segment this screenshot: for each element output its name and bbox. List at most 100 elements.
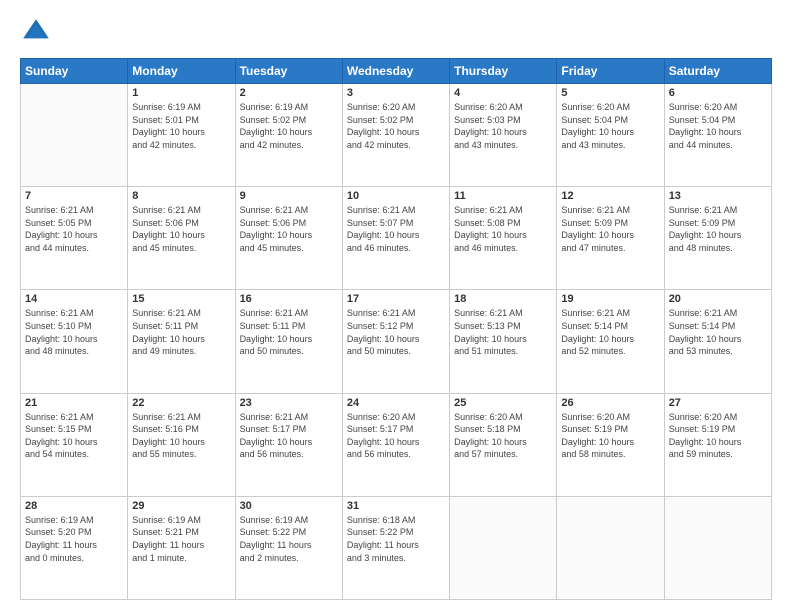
day-cell: 11 Sunrise: 6:21 AM Sunset: 5:08 PM Dayli… (450, 187, 557, 290)
day-number: 12 (561, 190, 659, 202)
day-number: 19 (561, 293, 659, 305)
day-info: Sunrise: 6:19 AM Sunset: 5:01 PM Dayligh… (132, 101, 230, 151)
day-number: 23 (240, 397, 338, 409)
day-info: Sunrise: 6:21 AM Sunset: 5:11 PM Dayligh… (240, 307, 338, 357)
day-cell (557, 496, 664, 599)
day-info: Sunrise: 6:21 AM Sunset: 5:07 PM Dayligh… (347, 204, 445, 254)
day-info: Sunrise: 6:19 AM Sunset: 5:20 PM Dayligh… (25, 514, 123, 564)
day-cell: 17 Sunrise: 6:21 AM Sunset: 5:12 PM Dayli… (342, 290, 449, 393)
day-cell: 9 Sunrise: 6:21 AM Sunset: 5:06 PM Daylig… (235, 187, 342, 290)
day-info: Sunrise: 6:21 AM Sunset: 5:13 PM Dayligh… (454, 307, 552, 357)
header-row: SundayMondayTuesdayWednesdayThursdayFrid… (21, 59, 772, 84)
day-cell: 31Sunrise: 6:18 AM Sunset: 5:22 PM Dayli… (342, 496, 449, 599)
day-number: 14 (25, 293, 123, 305)
day-number: 25 (454, 397, 552, 409)
day-info: Sunrise: 6:21 AM Sunset: 5:08 PM Dayligh… (454, 204, 552, 254)
day-info: Sunrise: 6:21 AM Sunset: 5:14 PM Dayligh… (561, 307, 659, 357)
day-number: 18 (454, 293, 552, 305)
day-info: Sunrise: 6:20 AM Sunset: 5:03 PM Dayligh… (454, 101, 552, 151)
day-info: Sunrise: 6:21 AM Sunset: 5:14 PM Dayligh… (669, 307, 767, 357)
day-number: 9 (240, 190, 338, 202)
logo (20, 16, 56, 48)
day-cell: 8 Sunrise: 6:21 AM Sunset: 5:06 PM Daylig… (128, 187, 235, 290)
day-info: Sunrise: 6:19 AM Sunset: 5:21 PM Dayligh… (132, 514, 230, 564)
day-info: Sunrise: 6:18 AM Sunset: 5:22 PM Dayligh… (347, 514, 445, 564)
day-info: Sunrise: 6:21 AM Sunset: 5:11 PM Dayligh… (132, 307, 230, 357)
day-cell: 2Sunrise: 6:19 AM Sunset: 5:02 PM Daylig… (235, 84, 342, 187)
day-number: 27 (669, 397, 767, 409)
day-number: 10 (347, 190, 445, 202)
day-cell: 24 Sunrise: 6:20 AM Sunset: 5:17 PM Dayli… (342, 393, 449, 496)
day-cell: 13 Sunrise: 6:21 AM Sunset: 5:09 PM Dayli… (664, 187, 771, 290)
week-row-5: 28 Sunrise: 6:19 AM Sunset: 5:20 PM Dayli… (21, 496, 772, 599)
day-info: Sunrise: 6:21 AM Sunset: 5:12 PM Dayligh… (347, 307, 445, 357)
day-cell: 25 Sunrise: 6:20 AM Sunset: 5:18 PM Dayli… (450, 393, 557, 496)
day-cell: 15 Sunrise: 6:21 AM Sunset: 5:11 PM Dayli… (128, 290, 235, 393)
day-cell: 3Sunrise: 6:20 AM Sunset: 5:02 PM Daylig… (342, 84, 449, 187)
day-info: Sunrise: 6:21 AM Sunset: 5:15 PM Dayligh… (25, 411, 123, 461)
day-cell: 5Sunrise: 6:20 AM Sunset: 5:04 PM Daylig… (557, 84, 664, 187)
day-info: Sunrise: 6:19 AM Sunset: 5:02 PM Dayligh… (240, 101, 338, 151)
column-header-tuesday: Tuesday (235, 59, 342, 84)
day-cell: 26 Sunrise: 6:20 AM Sunset: 5:19 PM Dayli… (557, 393, 664, 496)
day-cell: 7 Sunrise: 6:21 AM Sunset: 5:05 PM Daylig… (21, 187, 128, 290)
day-info: Sunrise: 6:20 AM Sunset: 5:02 PM Dayligh… (347, 101, 445, 151)
day-cell: 12 Sunrise: 6:21 AM Sunset: 5:09 PM Dayli… (557, 187, 664, 290)
column-header-wednesday: Wednesday (342, 59, 449, 84)
day-info: Sunrise: 6:20 AM Sunset: 5:19 PM Dayligh… (561, 411, 659, 461)
day-cell: 14 Sunrise: 6:21 AM Sunset: 5:10 PM Dayli… (21, 290, 128, 393)
day-info: Sunrise: 6:21 AM Sunset: 5:10 PM Dayligh… (25, 307, 123, 357)
column-header-monday: Monday (128, 59, 235, 84)
day-number: 26 (561, 397, 659, 409)
week-row-2: 7 Sunrise: 6:21 AM Sunset: 5:05 PM Daylig… (21, 187, 772, 290)
logo-icon (20, 16, 52, 48)
day-cell: 23 Sunrise: 6:21 AM Sunset: 5:17 PM Dayli… (235, 393, 342, 496)
day-info: Sunrise: 6:21 AM Sunset: 5:09 PM Dayligh… (561, 204, 659, 254)
day-info: Sunrise: 6:21 AM Sunset: 5:16 PM Dayligh… (132, 411, 230, 461)
day-cell: 27Sunrise: 6:20 AM Sunset: 5:19 PM Dayli… (664, 393, 771, 496)
day-number: 11 (454, 190, 552, 202)
day-info: Sunrise: 6:20 AM Sunset: 5:18 PM Dayligh… (454, 411, 552, 461)
day-cell: 19 Sunrise: 6:21 AM Sunset: 5:14 PM Dayli… (557, 290, 664, 393)
week-row-3: 14 Sunrise: 6:21 AM Sunset: 5:10 PM Dayli… (21, 290, 772, 393)
day-cell: 4 Sunrise: 6:20 AM Sunset: 5:03 PM Daylig… (450, 84, 557, 187)
day-info: Sunrise: 6:20 AM Sunset: 5:04 PM Dayligh… (669, 101, 767, 151)
column-header-thursday: Thursday (450, 59, 557, 84)
column-header-sunday: Sunday (21, 59, 128, 84)
day-info: Sunrise: 6:21 AM Sunset: 5:17 PM Dayligh… (240, 411, 338, 461)
header (20, 16, 772, 48)
day-number: 17 (347, 293, 445, 305)
day-cell: 6 Sunrise: 6:20 AM Sunset: 5:04 PM Daylig… (664, 84, 771, 187)
day-info: Sunrise: 6:20 AM Sunset: 5:04 PM Dayligh… (561, 101, 659, 151)
day-number: 21 (25, 397, 123, 409)
day-number: 28 (25, 500, 123, 512)
day-info: Sunrise: 6:21 AM Sunset: 5:09 PM Dayligh… (669, 204, 767, 254)
day-info: Sunrise: 6:21 AM Sunset: 5:06 PM Dayligh… (240, 204, 338, 254)
week-row-1: 1 Sunrise: 6:19 AM Sunset: 5:01 PM Daylig… (21, 84, 772, 187)
day-number: 1 (132, 87, 230, 99)
day-number: 29 (132, 500, 230, 512)
day-number: 20 (669, 293, 767, 305)
day-number: 7 (25, 190, 123, 202)
day-cell: 10 Sunrise: 6:21 AM Sunset: 5:07 PM Dayli… (342, 187, 449, 290)
day-cell: 21 Sunrise: 6:21 AM Sunset: 5:15 PM Dayli… (21, 393, 128, 496)
day-cell: 29 Sunrise: 6:19 AM Sunset: 5:21 PM Dayli… (128, 496, 235, 599)
week-row-4: 21 Sunrise: 6:21 AM Sunset: 5:15 PM Dayli… (21, 393, 772, 496)
day-cell: 28 Sunrise: 6:19 AM Sunset: 5:20 PM Dayli… (21, 496, 128, 599)
day-number: 8 (132, 190, 230, 202)
day-number: 16 (240, 293, 338, 305)
day-info: Sunrise: 6:20 AM Sunset: 5:17 PM Dayligh… (347, 411, 445, 461)
column-header-friday: Friday (557, 59, 664, 84)
calendar-table: SundayMondayTuesdayWednesdayThursdayFrid… (20, 58, 772, 600)
day-info: Sunrise: 6:21 AM Sunset: 5:05 PM Dayligh… (25, 204, 123, 254)
day-number: 15 (132, 293, 230, 305)
day-number: 30 (240, 500, 338, 512)
day-number: 13 (669, 190, 767, 202)
day-info: Sunrise: 6:21 AM Sunset: 5:06 PM Dayligh… (132, 204, 230, 254)
day-number: 24 (347, 397, 445, 409)
day-number: 6 (669, 87, 767, 99)
day-number: 4 (454, 87, 552, 99)
day-cell: 20 Sunrise: 6:21 AM Sunset: 5:14 PM Dayli… (664, 290, 771, 393)
day-cell (664, 496, 771, 599)
day-cell: 16 Sunrise: 6:21 AM Sunset: 5:11 PM Dayli… (235, 290, 342, 393)
